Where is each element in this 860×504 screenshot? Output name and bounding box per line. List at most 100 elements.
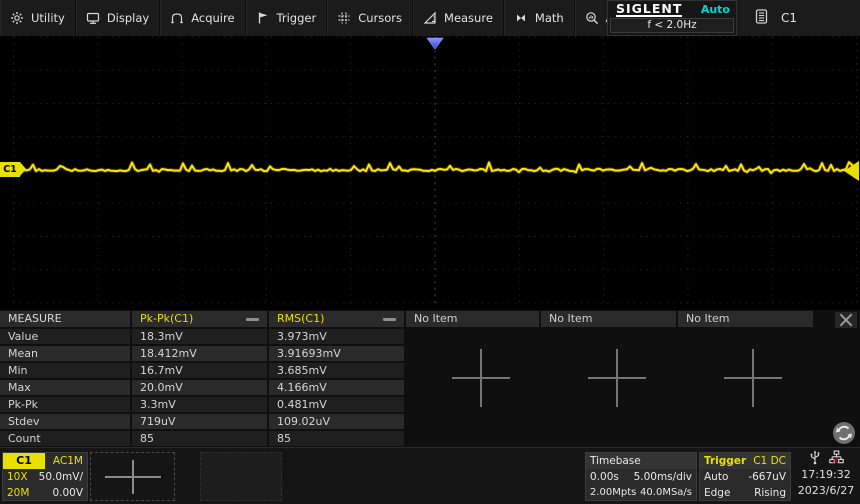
timebase-title: Timebase <box>590 455 641 467</box>
measure-value: 85 <box>269 431 406 446</box>
channel-probe: 10X <box>7 471 28 483</box>
bottom-status-bar: C1 AC1M 10X 50.0mV/ 20M 0.00V Timebase 0… <box>0 447 860 504</box>
menu-display[interactable]: Display <box>76 0 161 36</box>
trigger-title: Trigger <box>704 455 747 467</box>
trigger-box[interactable]: Trigger C1 DC Auto -667uV Edge Rising <box>699 452 791 501</box>
measure-value: 109.02uV <box>269 414 406 429</box>
add-measurement-button[interactable] <box>588 349 646 407</box>
measure-value: 3.685mV <box>269 363 406 378</box>
oscilloscope-screen: Utility Display Acquire Trigger Cursors … <box>0 0 860 504</box>
trigger-frequency-readout: f < 2.0Hz <box>610 18 734 33</box>
refresh-icon[interactable] <box>833 422 855 444</box>
measure-value: 4.166mV <box>269 380 406 395</box>
menu-trigger-label: Trigger <box>276 11 317 25</box>
measure-ruler-icon <box>423 11 437 25</box>
lan-disconnected-badge: ✕ <box>831 456 840 467</box>
measure-value: 0.481mV <box>269 397 406 412</box>
timebase-box[interactable]: Timebase 0.00s 5.00ms/div 2.00Mpts 40.0M… <box>585 452 697 501</box>
trigger-position-icon[interactable] <box>426 37 444 50</box>
plus-icon <box>132 460 134 494</box>
cursors-icon <box>337 11 351 25</box>
logo-status-block: SIGLENT Auto f < 2.0Hz <box>607 0 737 36</box>
measure-header-row: MEASURE Pk-Pk(C1) RMS(C1) No Item No Ite… <box>0 310 860 328</box>
measure-value: 719uV <box>132 414 269 429</box>
measure-value: 85 <box>132 431 269 446</box>
menu-trigger[interactable]: Trigger <box>246 0 328 36</box>
menu-cursors-label: Cursors <box>358 11 403 25</box>
display-icon <box>86 11 100 25</box>
measure-row-label: Value <box>0 329 132 344</box>
trigger-slope: Rising <box>754 487 786 499</box>
active-menu-label: C1 <box>781 11 798 25</box>
menu-acquire[interactable]: Acquire <box>160 0 246 36</box>
add-measurement-button[interactable] <box>452 349 510 407</box>
measure-column-rms[interactable]: RMS(C1) <box>269 311 406 327</box>
measure-column-empty-2[interactable]: No Item <box>541 311 678 327</box>
measure-row-label: Min <box>0 363 132 378</box>
channel1-info-box[interactable]: C1 AC1M 10X 50.0mV/ 20M 0.00V <box>2 452 88 501</box>
add-channel-button[interactable] <box>90 452 175 501</box>
measure-value: 3.91693mV <box>269 346 406 361</box>
sample-rate: 40.0MSa/s <box>640 487 692 498</box>
measure-value: 20.0mV <box>132 380 269 395</box>
acquisition-status-badge: Auto <box>700 3 730 16</box>
add-measurement-button[interactable] <box>724 349 782 407</box>
measure-column-empty-1[interactable]: No Item <box>406 311 541 327</box>
measure-column-pkpk[interactable]: Pk-Pk(C1) <box>132 311 269 327</box>
measure-row-label: Mean <box>0 346 132 361</box>
measure-panel: MEASURE Pk-Pk(C1) RMS(C1) No Item No Ite… <box>0 310 860 447</box>
menu-cursors[interactable]: Cursors <box>327 0 414 36</box>
channel-scale: 50.0mV/ <box>38 471 83 483</box>
measure-row-stdev: Stdev 719uV 109.02uV <box>0 413 860 430</box>
trigger-flag-icon <box>256 11 270 25</box>
graticule <box>0 36 859 304</box>
measure-value: 18.412mV <box>132 346 269 361</box>
math-bowtie-icon <box>514 11 528 25</box>
analysis-icon <box>585 11 599 25</box>
measure-value: 3.973mV <box>269 329 406 344</box>
timebase-scale: 5.00ms/div <box>633 471 692 483</box>
minus-icon[interactable] <box>246 317 259 321</box>
channel-offset: 0.00V <box>52 487 83 499</box>
measure-row-value: Value 18.3mV 3.973mV <box>0 328 860 345</box>
measure-row-label: Max <box>0 380 132 395</box>
minus-icon[interactable] <box>383 317 396 321</box>
system-status: ✕ 17:19:32 2023/6/27 <box>793 449 859 503</box>
gear-icon <box>10 11 24 25</box>
measure-value: 3.3mV <box>132 397 269 412</box>
siglent-logo: SIGLENT <box>616 1 683 17</box>
clock-date: 2023/6/27 <box>797 484 855 497</box>
trigger-source: C1 DC <box>753 455 786 467</box>
menu-math-label: Math <box>534 11 564 25</box>
add-channel-slot[interactable] <box>200 452 282 501</box>
menu-display-label: Display <box>106 11 150 25</box>
measure-panel-title: MEASURE <box>0 311 132 327</box>
trigger-mode: Auto <box>704 471 729 483</box>
channel1-tab[interactable]: C1 <box>3 453 45 469</box>
channel-bandwidth: 20M <box>7 487 30 499</box>
trigger-type: Edge <box>704 487 731 499</box>
waveform-display[interactable]: C1 <box>0 36 860 310</box>
usb-icon <box>809 450 821 468</box>
channel1-level-marker[interactable]: C1 <box>0 162 26 177</box>
channel-coupling: AC1M <box>52 455 83 467</box>
timebase-points: 2.00Mpts <box>590 487 637 498</box>
menu-measure[interactable]: Measure <box>413 0 504 36</box>
menu-measure-label: Measure <box>444 11 493 25</box>
clock-time: 17:19:32 <box>801 468 851 481</box>
measure-column-empty-3[interactable]: No Item <box>678 311 815 327</box>
trigger-level: -667uV <box>748 471 786 483</box>
measure-row-label: Count <box>0 431 132 446</box>
measure-row-label: Pk-Pk <box>0 397 132 412</box>
measure-row-count: Count 85 85 <box>0 430 860 447</box>
menu-acquire-label: Acquire <box>191 11 235 25</box>
timebase-delay: 0.00s <box>590 471 619 483</box>
acquire-icon <box>170 11 184 25</box>
measure-row-label: Stdev <box>0 414 132 429</box>
menu-math[interactable]: Math <box>504 0 575 36</box>
close-icon[interactable] <box>835 312 857 328</box>
active-menu-indicator[interactable]: C1 <box>737 0 860 36</box>
measure-value: 18.3mV <box>132 329 269 344</box>
menu-utility-label: Utility <box>31 11 65 25</box>
menu-utility[interactable]: Utility <box>0 0 76 36</box>
